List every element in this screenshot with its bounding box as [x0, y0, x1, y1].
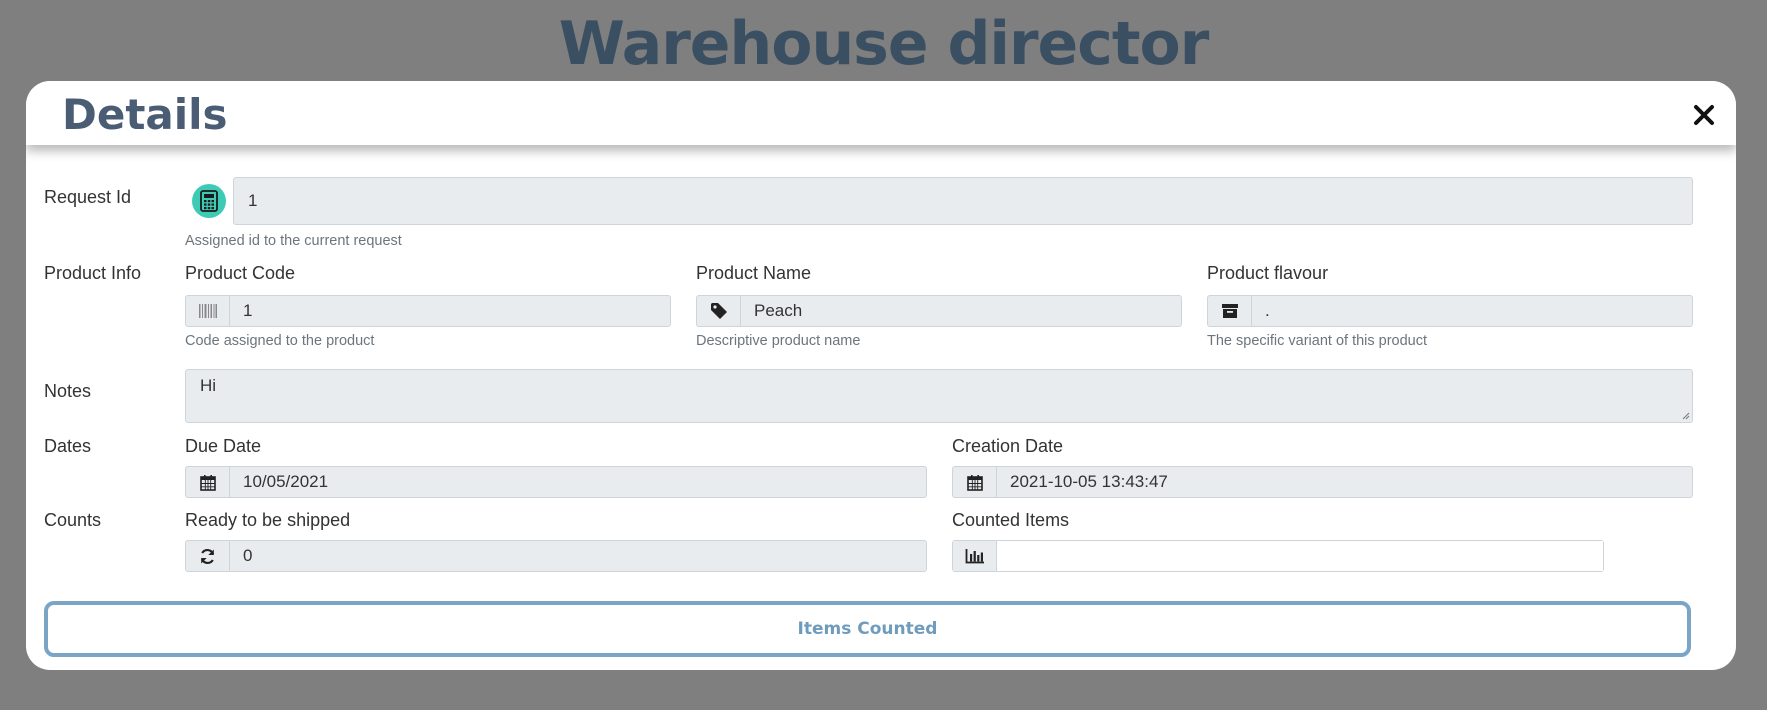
notes-textarea[interactable]: Hi — [185, 369, 1693, 423]
counts-label: Counts — [44, 510, 102, 530]
close-icon[interactable] — [1690, 101, 1718, 129]
calendar-icon — [953, 467, 997, 497]
counted-items-group — [952, 540, 1604, 572]
notes-label: Notes — [44, 381, 92, 401]
creation-date-group — [952, 466, 1693, 498]
archive-icon — [1208, 296, 1252, 326]
product-flavour-help: The specific variant of this product — [1207, 333, 1428, 349]
product-code-input[interactable] — [230, 296, 670, 326]
due-date-label: Due Date — [185, 436, 262, 456]
product-code-label: Product Code — [185, 263, 296, 283]
request-id-help: Assigned id to the current request — [185, 233, 402, 249]
ready-to-ship-input[interactable] — [230, 541, 926, 571]
product-name-label: Product Name — [696, 263, 812, 283]
resize-grip-icon[interactable] — [1680, 410, 1690, 420]
product-info-label: Product Info — [44, 263, 142, 283]
counted-items-input[interactable] — [997, 541, 1603, 571]
counted-items-label: Counted Items — [952, 510, 1070, 530]
product-name-input[interactable] — [741, 296, 1181, 326]
dates-label: Dates — [44, 436, 92, 456]
calendar-icon — [186, 467, 230, 497]
creation-date-label: Creation Date — [952, 436, 1064, 456]
tag-icon — [697, 296, 741, 326]
product-name-group — [696, 295, 1182, 327]
product-flavour-group — [1207, 295, 1693, 327]
ready-to-ship-group — [185, 540, 927, 572]
product-flavour-label: Product flavour — [1207, 263, 1329, 283]
modal-header: Details — [26, 81, 1736, 145]
product-flavour-input[interactable] — [1252, 296, 1692, 326]
due-date-group — [185, 466, 927, 498]
request-id-value: 1 — [248, 191, 258, 210]
items-counted-button[interactable]: Items Counted — [44, 601, 1691, 657]
modal-title: Details — [62, 90, 228, 139]
calculator-icon — [192, 184, 226, 218]
product-code-help: Code assigned to the product — [185, 333, 375, 349]
creation-date-input[interactable] — [997, 467, 1692, 497]
barcode-icon — [186, 296, 230, 326]
ready-to-ship-label: Ready to be shipped — [185, 510, 351, 530]
product-code-group — [185, 295, 671, 327]
refresh-icon — [186, 541, 230, 571]
request-id-field[interactable]: 1 — [233, 177, 1693, 225]
product-name-help: Descriptive product name — [696, 333, 861, 349]
bar-chart-icon — [953, 541, 997, 571]
details-modal: Details Request Id 1 Assigned id to the … — [26, 81, 1736, 670]
page-title: Warehouse director — [558, 9, 1210, 79]
request-id-label: Request Id — [44, 187, 132, 207]
due-date-input[interactable] — [230, 467, 926, 497]
notes-value: Hi — [200, 376, 217, 395]
